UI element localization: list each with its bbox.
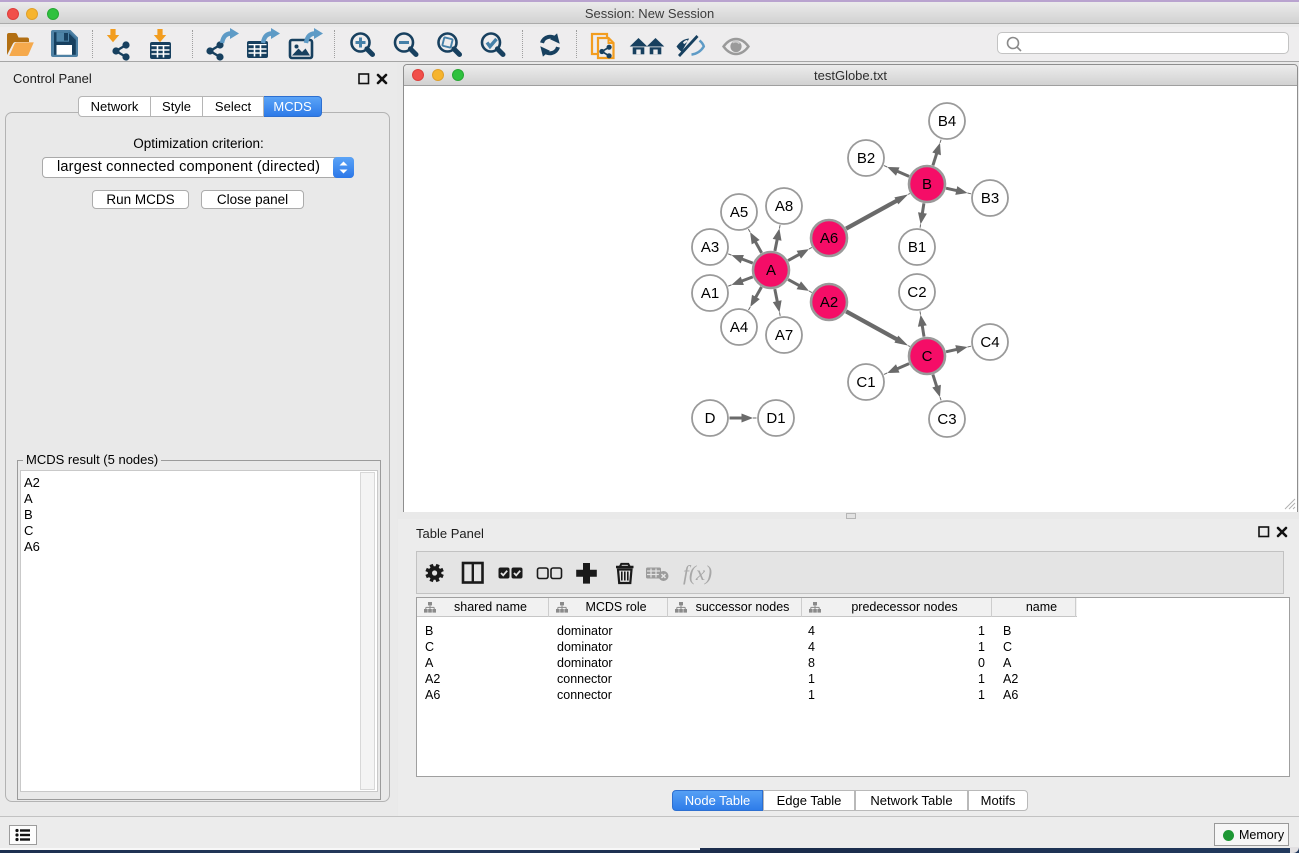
svg-text:A4: A4 [730, 319, 748, 336]
svg-text:A2: A2 [820, 294, 838, 311]
svg-text:B4: B4 [938, 113, 956, 130]
svg-text:A5: A5 [730, 204, 748, 221]
svg-text:A1: A1 [701, 285, 719, 302]
svg-text:B: B [922, 176, 932, 193]
svg-text:A: A [766, 262, 776, 279]
svg-text:B2: B2 [857, 150, 875, 167]
svg-text:A3: A3 [701, 239, 719, 256]
svg-text:C: C [922, 348, 933, 365]
svg-text:B1: B1 [908, 239, 926, 256]
svg-text:C2: C2 [907, 284, 926, 301]
svg-text:B3: B3 [981, 190, 999, 207]
svg-text:C4: C4 [980, 334, 999, 351]
svg-text:C1: C1 [856, 374, 875, 391]
svg-text:C3: C3 [937, 411, 956, 428]
svg-text:A8: A8 [775, 198, 793, 215]
svg-text:D: D [705, 410, 716, 427]
svg-text:f(x): f(x) [683, 561, 712, 585]
svg-text:A7: A7 [775, 327, 793, 344]
svg-text:A6: A6 [820, 230, 838, 247]
svg-text:D1: D1 [766, 410, 785, 427]
